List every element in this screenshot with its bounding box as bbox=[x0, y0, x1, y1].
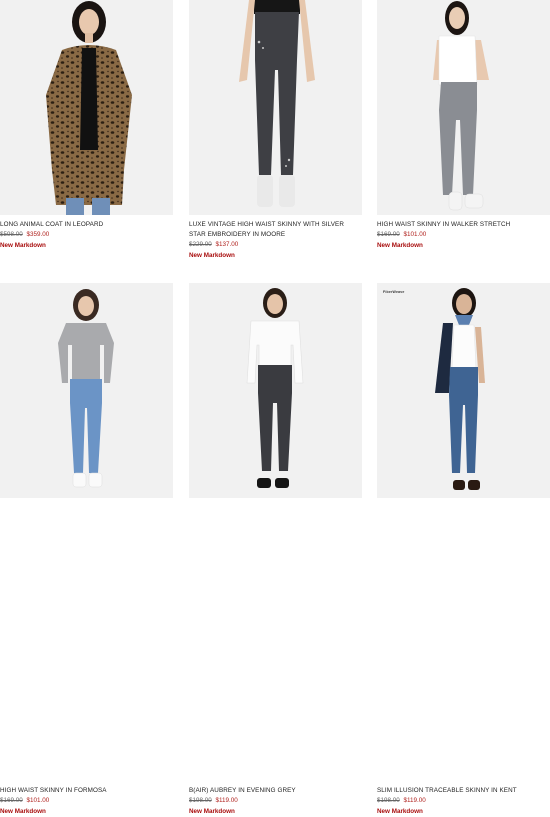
sale-price: $119.00 bbox=[403, 797, 426, 804]
product-image[interactable]: FiberWeave bbox=[377, 283, 550, 498]
product-name[interactable]: LONG ANIMAL COAT IN LEOPARD bbox=[0, 220, 173, 230]
product-image[interactable] bbox=[377, 0, 550, 215]
markdown-badge: New Markdown bbox=[377, 242, 423, 249]
product-info: HIGH WAIST SKINNY IN WALKER STRETCH $169… bbox=[377, 220, 550, 251]
product-price: $169.00 $101.00 bbox=[377, 230, 550, 240]
sale-price: $137.00 bbox=[215, 241, 239, 248]
product-price: $198.00 $119.00 bbox=[377, 796, 550, 806]
sale-price: $359.00 bbox=[26, 231, 50, 238]
product-info: LONG ANIMAL COAT IN LEOPARD $598.00 $359… bbox=[0, 220, 173, 251]
fiberweave-tag: FiberWeave bbox=[383, 290, 405, 294]
original-price: $229.00 bbox=[189, 241, 212, 248]
product-info: B(AIR) AUBREY IN EVENING GREY $198.00 $1… bbox=[189, 786, 362, 817]
original-price: $198.00 bbox=[189, 797, 212, 804]
product-name[interactable]: LUXE VINTAGE HIGH WAIST SKINNY WITH SILV… bbox=[189, 220, 362, 240]
original-price: $198.00 bbox=[377, 797, 400, 804]
product-info: LUXE VINTAGE HIGH WAIST SKINNY WITH SILV… bbox=[189, 220, 362, 261]
product-info: SLIM ILLUSION TRACEABLE SKINNY IN KENT $… bbox=[377, 786, 550, 817]
product-info: HIGH WAIST SKINNY IN FORMOSA $169.00 $10… bbox=[0, 786, 173, 817]
product-name[interactable]: HIGH WAIST SKINNY IN FORMOSA bbox=[0, 786, 173, 796]
product-name[interactable]: SLIM ILLUSION TRACEABLE SKINNY IN KENT bbox=[377, 786, 550, 796]
product-price: $169.00 $101.00 bbox=[0, 796, 173, 806]
product-image[interactable] bbox=[189, 0, 362, 215]
product-image[interactable] bbox=[189, 283, 362, 498]
markdown-badge: New Markdown bbox=[377, 808, 423, 815]
markdown-badge: New Markdown bbox=[189, 252, 235, 259]
product-name[interactable]: HIGH WAIST SKINNY IN WALKER STRETCH bbox=[377, 220, 550, 230]
original-price: $169.00 bbox=[377, 231, 400, 238]
product-image[interactable] bbox=[0, 283, 173, 498]
product-price: $598.00 $359.00 bbox=[0, 230, 173, 240]
markdown-badge: New Markdown bbox=[189, 808, 235, 815]
sale-price: $119.00 bbox=[215, 797, 238, 804]
product-name[interactable]: B(AIR) AUBREY IN EVENING GREY bbox=[189, 786, 362, 796]
sale-price: $101.00 bbox=[26, 797, 50, 804]
product-image[interactable] bbox=[0, 0, 173, 215]
markdown-badge: New Markdown bbox=[0, 808, 46, 815]
sale-price: $101.00 bbox=[403, 231, 427, 238]
original-price: $169.00 bbox=[0, 797, 23, 804]
product-price: $198.00 $119.00 bbox=[189, 796, 362, 806]
product-price: $229.00 $137.00 bbox=[189, 240, 362, 250]
original-price: $598.00 bbox=[0, 231, 23, 238]
markdown-badge: New Markdown bbox=[0, 242, 46, 249]
